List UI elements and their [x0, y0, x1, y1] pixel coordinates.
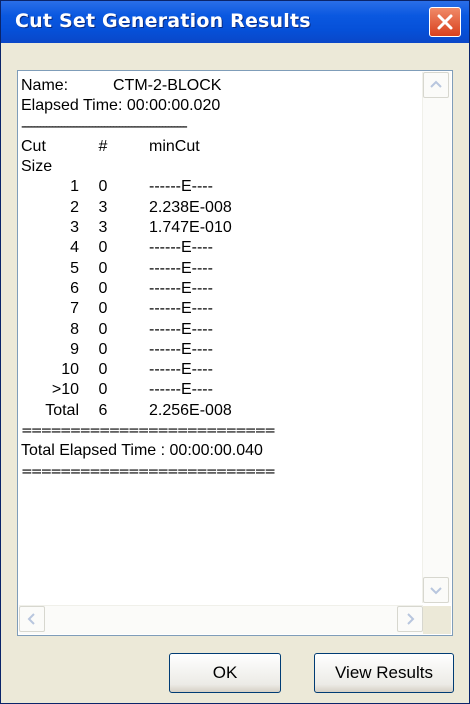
scroll-right-button[interactable]: [397, 606, 423, 632]
table-row: 4 0 ------E----: [21, 238, 421, 258]
table-row: 3 3 1.747E-010: [21, 218, 421, 238]
mincut-cell: 2.238E-008: [149, 198, 232, 216]
count-cell: 0: [98, 361, 108, 379]
scroll-down-button[interactable]: [423, 577, 449, 603]
mincut-cell: 1.747E-010: [149, 219, 232, 237]
header-cut: Cut: [21, 137, 46, 155]
count-cell: 0: [98, 381, 108, 399]
table-row: Total 6 2.256E-008: [21, 401, 421, 421]
table-row: >10 0 ------E----: [21, 380, 421, 400]
cut-size-cell: Total: [45, 401, 79, 419]
table-row: 9 0 ------E----: [21, 340, 421, 360]
count-cell: 0: [98, 279, 108, 297]
arrow-up-icon: [430, 80, 442, 88]
view-results-button[interactable]: View Results: [314, 653, 454, 693]
results-text: Name: CTM-2-BLOCK Elapsed Time: 00:00:00…: [21, 76, 421, 601]
header-size: Size: [21, 158, 53, 176]
mincut-cell: ------E----: [149, 259, 213, 277]
cut-size-cell: 7: [70, 300, 79, 318]
cut-set-results-dialog: Cut Set Generation Results Name: CTM-2-B…: [0, 0, 470, 704]
count-cell: 0: [98, 340, 108, 358]
count-cell: 0: [98, 239, 108, 257]
count-cell: 0: [98, 320, 108, 338]
name-line: Name: CTM-2-BLOCK: [21, 76, 421, 96]
count-cell: 0: [98, 300, 108, 318]
total-elapsed-time: Total Elapsed Time : 00:00:00.040: [21, 442, 263, 460]
scrollbar-corner: [423, 606, 451, 634]
header-count: #: [98, 137, 108, 155]
mincut-cell: ------E----: [149, 381, 213, 399]
cut-size-cell: 8: [70, 320, 79, 338]
mincut-cell: ------E----: [149, 361, 213, 379]
mincut-cell: ------E----: [149, 300, 213, 318]
dash-separator: ----------------------------------------…: [21, 118, 188, 135]
table-row: 8 0 ------E----: [21, 320, 421, 340]
header-mincut: minCut: [149, 137, 200, 155]
count-cell: 6: [98, 401, 108, 419]
name-label: Name:: [21, 77, 69, 94]
mincut-cell: 2.256E-008: [149, 401, 232, 419]
horizontal-scrollbar[interactable]: [19, 605, 423, 634]
table-row: 10 0 ------E----: [21, 360, 421, 380]
cut-size-cell: 6: [70, 279, 79, 297]
count-cell: 0: [98, 259, 108, 277]
vertical-scrollbar[interactable]: [422, 72, 451, 603]
table-row: 2 3 2.238E-008: [21, 198, 421, 218]
mincut-cell: ------E----: [149, 279, 213, 297]
close-button[interactable]: [429, 7, 461, 37]
arrow-down-icon: [430, 587, 442, 595]
scroll-up-button[interactable]: [423, 72, 449, 98]
count-cell: 3: [98, 198, 108, 216]
elapsed-time-line: Elapsed Time: 00:00:00.020: [21, 97, 221, 115]
title-bar[interactable]: Cut Set Generation Results: [1, 1, 469, 43]
cut-size-cell: 1: [70, 178, 79, 196]
arrow-left-icon: [27, 613, 35, 625]
table-row: 6 0 ------E----: [21, 279, 421, 299]
mincut-cell: ------E----: [149, 320, 213, 338]
results-rows: 1 0 ------E---- 2 3 2.238E-008 3 3 1.747E-010 4 0-…: [21, 177, 421, 421]
table-row: 1 0 ------E----: [21, 177, 421, 197]
cut-size-cell: 2: [70, 198, 79, 216]
table-row: 7 0 ------E----: [21, 299, 421, 319]
equals-separator-bottom: ==========================: [21, 463, 276, 480]
ok-button[interactable]: OK: [169, 653, 281, 693]
mincut-cell: ------E----: [149, 340, 213, 358]
name-value: CTM-2-BLOCK: [113, 77, 222, 94]
cut-size-cell: 9: [70, 340, 79, 358]
cut-size-cell: 4: [70, 239, 79, 257]
mincut-cell: ------E----: [149, 178, 213, 196]
cut-size-cell: 3: [70, 219, 79, 237]
mincut-cell: ------E----: [149, 239, 213, 257]
scroll-left-button[interactable]: [19, 606, 45, 632]
equals-separator-top: ==========================: [21, 423, 276, 440]
cut-size-cell: >10: [51, 381, 79, 399]
arrow-right-icon: [407, 613, 415, 625]
window-title: Cut Set Generation Results: [15, 10, 311, 32]
column-header: Cut # minCut: [21, 137, 421, 157]
cut-size-cell: 10: [61, 361, 79, 379]
results-text-box[interactable]: Name: CTM-2-BLOCK Elapsed Time: 00:00:00…: [17, 70, 453, 636]
table-row: 5 0 ------E----: [21, 259, 421, 279]
close-icon: [437, 14, 453, 30]
count-cell: 3: [98, 219, 108, 237]
count-cell: 0: [98, 178, 108, 196]
cut-size-cell: 5: [70, 259, 79, 277]
